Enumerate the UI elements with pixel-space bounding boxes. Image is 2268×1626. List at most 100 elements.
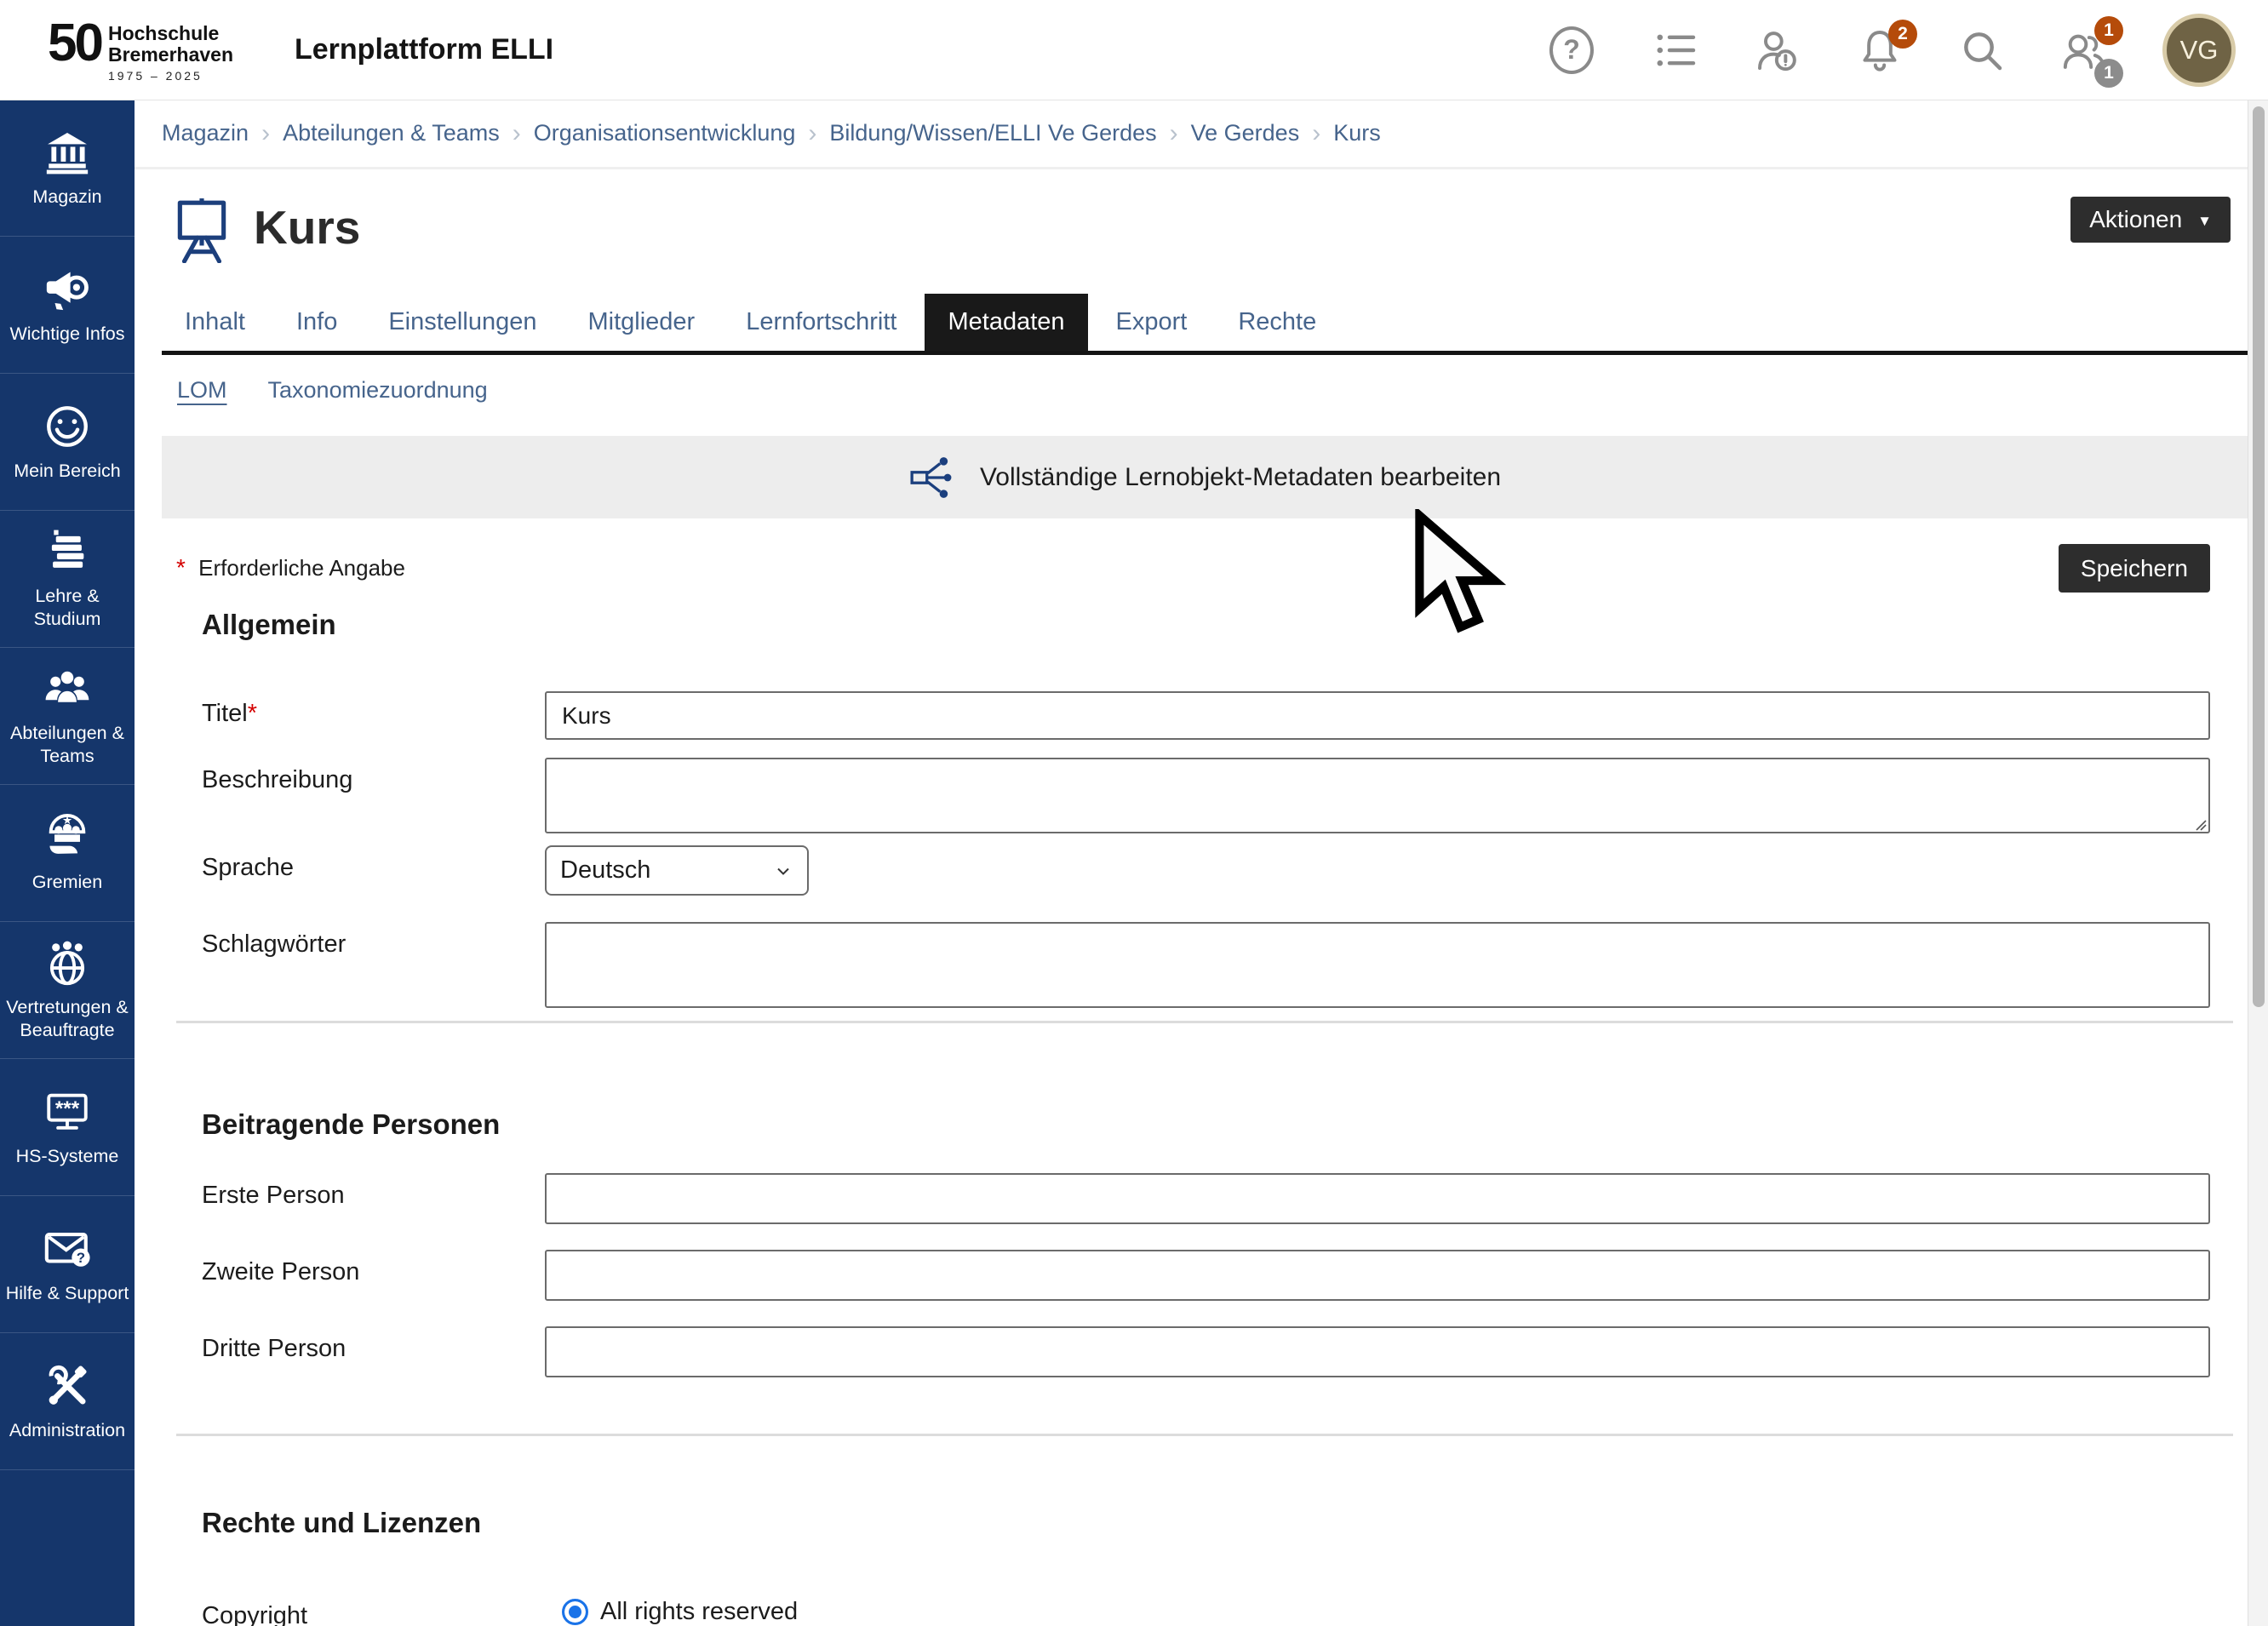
logo-years: 1975 – 2025 bbox=[108, 69, 233, 83]
tab-mitglieder[interactable]: Mitglieder bbox=[564, 294, 718, 351]
sidebar-item-gremien[interactable]: ★ Gremien bbox=[0, 785, 135, 922]
required-note: * Erforderliche Angabe bbox=[176, 544, 405, 581]
page-content: Kurs Aktionen ▼ Inhalt Info Einstellunge… bbox=[135, 197, 2248, 1626]
beschreibung-label: Beschreibung bbox=[202, 758, 545, 794]
resize-handle-icon[interactable] bbox=[2193, 817, 2207, 831]
main-area: Magazin › Abteilungen & Teams › Organisa… bbox=[135, 0, 2248, 1626]
sidebar-item-label: Vertretungen & Beauftragte bbox=[0, 996, 135, 1042]
scrollbar-thumb[interactable] bbox=[2253, 106, 2265, 1007]
vertical-scrollbar[interactable] bbox=[2248, 100, 2268, 1626]
chevron-down-icon bbox=[773, 861, 793, 881]
sprache-select[interactable]: Deutsch bbox=[545, 845, 809, 896]
sidebar-item-magazin[interactable]: Magazin bbox=[0, 100, 135, 237]
logo-name-line1: Hochschule bbox=[108, 23, 233, 44]
svg-text:***: *** bbox=[55, 1096, 80, 1119]
section-heading-beitragende: Beitragende Personen bbox=[202, 1108, 2248, 1142]
copyright-label: Copyright bbox=[202, 1594, 545, 1626]
erste-person-input[interactable] bbox=[545, 1173, 2210, 1224]
sidebar-item-label: Abteilungen & Teams bbox=[0, 722, 135, 768]
chevron-right-icon: › bbox=[1312, 119, 1320, 148]
tab-metadaten[interactable]: Metadaten bbox=[925, 294, 1087, 351]
sprache-label: Sprache bbox=[202, 845, 545, 882]
section-divider bbox=[176, 1021, 2233, 1023]
subtab-taxonomiezuordnung[interactable]: Taxonomiezuordnung bbox=[253, 370, 503, 410]
tab-inhalt[interactable]: Inhalt bbox=[162, 294, 268, 351]
sprache-selected-value: Deutsch bbox=[560, 856, 650, 885]
logo-50: 50 bbox=[48, 18, 101, 69]
field-zweite-person: Zweite Person bbox=[202, 1250, 2210, 1301]
sidebar-item-abteilungen-teams[interactable]: Abteilungen & Teams bbox=[0, 648, 135, 785]
dritte-person-input[interactable] bbox=[545, 1326, 2210, 1377]
sidebar-item-hs-systeme[interactable]: *** HS-Systeme bbox=[0, 1059, 135, 1196]
help-button[interactable]: ? bbox=[1549, 26, 1597, 74]
edit-full-metadata-label: Vollständige Lernobjekt-Metadaten bearbe… bbox=[980, 463, 1501, 492]
field-schlagwoerter: Schlagwörter bbox=[202, 922, 2210, 1008]
sidebar-item-wichtige-infos[interactable]: Wichtige Infos bbox=[0, 237, 135, 374]
tools-icon bbox=[43, 1361, 92, 1411]
required-asterisk: * bbox=[176, 554, 186, 581]
megaphone-icon bbox=[43, 265, 92, 314]
breadcrumb: Magazin › Abteilungen & Teams › Organisa… bbox=[135, 100, 2248, 169]
notifications-button[interactable]: 2 bbox=[1856, 26, 1904, 74]
tab-info[interactable]: Info bbox=[273, 294, 360, 351]
list-icon bbox=[1652, 26, 1699, 74]
tab-lernfortschritt[interactable]: Lernfortschritt bbox=[723, 294, 919, 351]
field-beschreibung: Beschreibung bbox=[202, 758, 2210, 838]
sidebar-item-vertretungen[interactable]: Vertretungen & Beauftragte bbox=[0, 922, 135, 1059]
sidebar-item-label: Administration bbox=[7, 1419, 128, 1442]
user-status-button[interactable] bbox=[1754, 26, 1801, 74]
titel-label: Titel* bbox=[202, 691, 545, 728]
copyright-radio-selected[interactable] bbox=[562, 1599, 588, 1625]
page-title-row: Kurs Aktionen ▼ bbox=[162, 197, 2248, 263]
contacts-button[interactable]: 1 1 bbox=[2060, 26, 2108, 74]
edit-full-metadata-link[interactable]: Vollständige Lernobjekt-Metadaten bearbe… bbox=[162, 436, 2248, 518]
todo-list-button[interactable] bbox=[1652, 26, 1699, 74]
sidebar-item-label: HS-Systeme bbox=[14, 1145, 122, 1168]
subtab-bar: LOM Taxonomiezuordnung bbox=[162, 370, 2248, 410]
svg-text:?: ? bbox=[77, 1250, 85, 1266]
sidebar-item-lehre-studium[interactable]: Lehre & Studium bbox=[0, 511, 135, 648]
sidebar-item-hilfe-support[interactable]: ? Hilfe & Support bbox=[0, 1196, 135, 1333]
metadata-node-icon bbox=[908, 453, 958, 502]
titel-input[interactable] bbox=[545, 691, 2210, 740]
chevron-right-icon: › bbox=[1170, 119, 1178, 148]
course-easel-icon bbox=[174, 197, 230, 263]
user-avatar[interactable]: VG bbox=[2162, 14, 2236, 87]
sidebar-item-label: Wichtige Infos bbox=[7, 323, 127, 346]
field-erste-person: Erste Person bbox=[202, 1173, 2210, 1224]
zweite-person-input[interactable] bbox=[545, 1250, 2210, 1301]
sidebar-item-label: Magazin bbox=[30, 186, 104, 209]
tab-rechte[interactable]: Rechte bbox=[1215, 294, 1339, 351]
search-icon bbox=[1958, 26, 2006, 74]
sidebar-item-administration[interactable]: Administration bbox=[0, 1333, 135, 1470]
field-dritte-person: Dritte Person bbox=[202, 1326, 2210, 1377]
save-button[interactable]: Speichern bbox=[2059, 544, 2210, 593]
actions-button[interactable]: Aktionen ▼ bbox=[2070, 197, 2231, 243]
breadcrumb-item[interactable]: Ve Gerdes bbox=[1191, 120, 1300, 146]
subtab-lom[interactable]: LOM bbox=[162, 370, 243, 410]
breadcrumb-item[interactable]: Abteilungen & Teams bbox=[283, 120, 500, 146]
top-header: 50 Hochschule Bremerhaven 1975 – 2025 Le… bbox=[0, 0, 2268, 100]
erste-person-label: Erste Person bbox=[202, 1173, 545, 1210]
section-heading-allgemein: Allgemein bbox=[202, 608, 2248, 642]
mail-question-icon: ? bbox=[43, 1224, 92, 1274]
university-logo: 50 Hochschule Bremerhaven 1975 – 2025 bbox=[48, 18, 233, 83]
app-window: 50 Hochschule Bremerhaven 1975 – 2025 Le… bbox=[0, 0, 2268, 1626]
breadcrumb-item[interactable]: Magazin bbox=[162, 120, 249, 146]
tab-export[interactable]: Export bbox=[1093, 294, 1211, 351]
sidebar-item-label: Mein Bereich bbox=[11, 460, 123, 483]
tab-einstellungen[interactable]: Einstellungen bbox=[365, 294, 559, 351]
section-divider bbox=[176, 1434, 2233, 1436]
required-asterisk: * bbox=[248, 700, 257, 727]
schlagwoerter-input[interactable] bbox=[545, 922, 2210, 1008]
breadcrumb-item[interactable]: Bildung/Wissen/ELLI Ve Gerdes bbox=[829, 120, 1156, 146]
sidebar-item-label: Hilfe & Support bbox=[3, 1282, 132, 1305]
zweite-person-label: Zweite Person bbox=[202, 1250, 545, 1286]
bank-icon bbox=[43, 128, 92, 177]
breadcrumb-item[interactable]: Organisationsentwicklung bbox=[534, 120, 796, 146]
breadcrumb-item-current[interactable]: Kurs bbox=[1333, 120, 1381, 146]
search-button[interactable] bbox=[1958, 26, 2006, 74]
beschreibung-textarea[interactable] bbox=[545, 758, 2210, 833]
sidebar-item-mein-bereich[interactable]: Mein Bereich bbox=[0, 374, 135, 511]
notifications-badge: 2 bbox=[1888, 20, 1917, 49]
